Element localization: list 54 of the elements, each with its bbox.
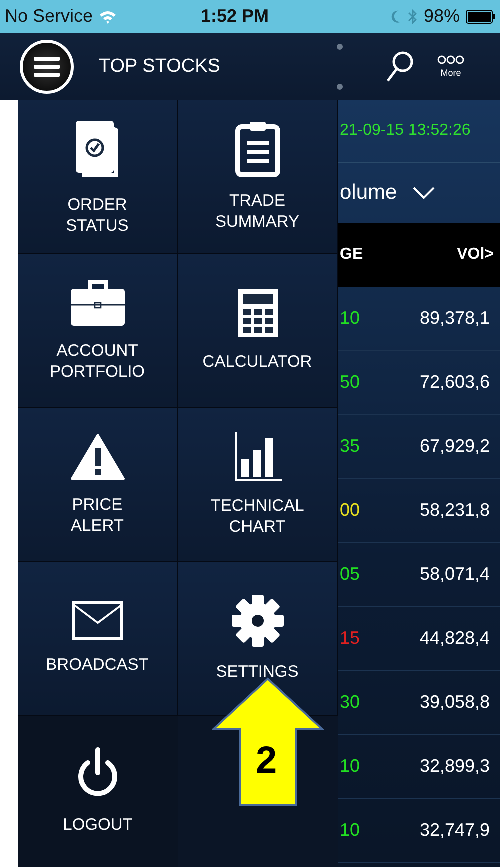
change-cell-text: 05 [339,564,360,585]
volume-cell-text: 44,828,4 [420,628,492,649]
briefcase-icon [70,278,126,327]
calculator-icon [236,288,278,338]
market-timestamp: 21-09-15 13:52:26 [340,122,471,140]
volume-cell-text: 32,899,3 [420,756,492,777]
moon-icon [390,10,402,24]
menu-item[interactable]: BROADCAST [18,562,178,716]
volume-cell-text: 32,747,9 [420,820,492,841]
change-cell-text: 35 [339,436,360,457]
volume-cell-text: 89,378,1 [420,308,492,329]
change-cell-text: 10 [339,308,360,329]
gear-icon [230,594,284,648]
volume-cell-text: 72,603,6 [420,372,492,393]
column-header[interactable]: VOl> [457,246,494,264]
carrier-label: No Service [5,6,94,27]
more-button[interactable]: More [437,55,465,78]
search-button[interactable] [385,50,415,84]
page-title: TOP STOCKS [99,56,222,78]
battery-icon [466,10,496,24]
menu-button[interactable] [20,40,74,94]
wifi-icon [99,10,118,24]
chevron-down-icon [413,186,436,200]
menu-item[interactable]: CALCULATOR [178,254,338,408]
battery-percent: 98% [424,6,460,27]
menu-icon [34,56,60,78]
volume-cell-text: 67,929,2 [420,436,492,457]
column-header[interactable]: GE [340,246,364,264]
change-cell-text: 15 [339,628,360,649]
volume-cell-text: 58,231,8 [420,500,492,521]
change-cell-text: 50 [339,372,360,393]
clipboard-list-icon [234,120,280,177]
envelope-icon [72,601,124,642]
bluetooth-icon [408,8,418,24]
menu-item[interactable]: SETTINGS [178,562,338,716]
change-cell-text: 00 [339,500,360,521]
volume-cell-text: 39,058,8 [420,692,492,713]
step-number: 2 [256,740,278,783]
volume-cell-text: 58,071,4 [420,564,492,585]
more-icon [437,55,465,65]
change-cell-text: 10 [339,820,360,841]
page-indicator-icon [337,44,343,90]
clock-time: 1:52 PM [200,6,270,27]
change-cell-text: 30 [339,692,360,713]
search-icon [385,50,415,84]
menu-item[interactable]: PRICE ALERT [18,408,178,562]
menu-item[interactable]: TECHNICAL CHART [178,408,338,562]
menu-item[interactable]: TRADE SUMMARY [178,100,338,254]
warning-icon [70,432,124,481]
list-dropdown[interactable]: olume [338,163,500,223]
menu-item[interactable]: ORDER STATUS [18,100,178,254]
bar-chart-icon [234,432,282,482]
menu-item[interactable]: ACCOUNT PORTFOLIO [18,254,178,408]
change-cell-text: 10 [339,756,360,777]
